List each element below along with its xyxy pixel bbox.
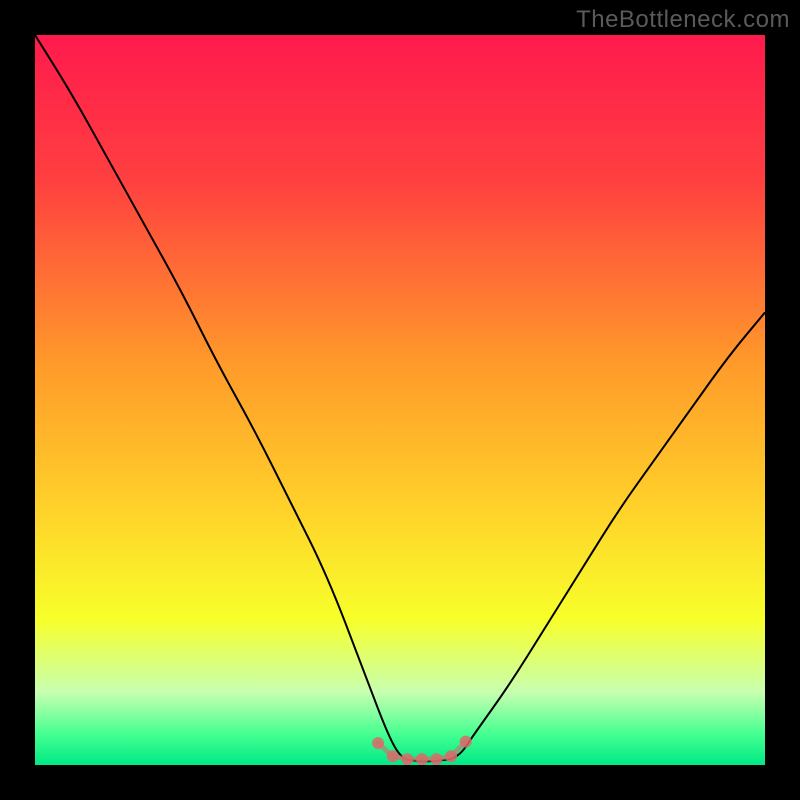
bottleneck-chart xyxy=(0,0,800,800)
chart-frame: TheBottleneck.com xyxy=(0,0,800,800)
